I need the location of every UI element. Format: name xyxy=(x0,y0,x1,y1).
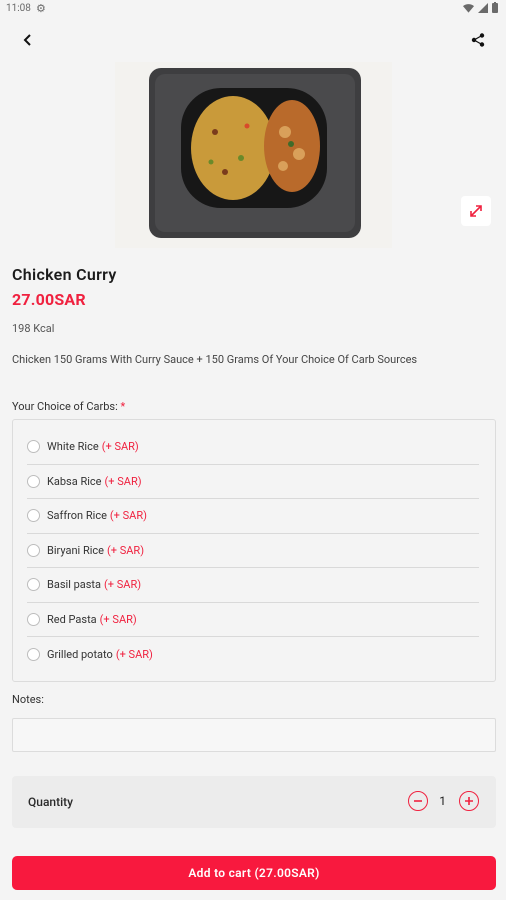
status-time: 11:08 xyxy=(6,3,31,14)
wifi-icon xyxy=(463,3,474,13)
quantity-value: 1 xyxy=(439,794,446,808)
carb-option-price: (+ SAR) xyxy=(106,543,145,557)
carb-option-price: (+ SAR) xyxy=(115,647,153,661)
increase-quantity-button[interactable] xyxy=(459,791,479,811)
radio-button[interactable] xyxy=(27,612,40,626)
carb-option[interactable]: Biryani Rice (+ SAR) xyxy=(27,534,479,568)
status-icons xyxy=(463,2,498,13)
carb-option-name: Grilled potato xyxy=(47,647,113,661)
product-kcal: 198 Kcal xyxy=(12,322,55,335)
carb-option-name: Saffron Rice xyxy=(47,509,107,523)
quantity-card: Quantity 1 xyxy=(12,776,496,828)
radio-button[interactable] xyxy=(27,440,40,454)
expand-image-button[interactable] xyxy=(461,196,491,226)
minus-circle-icon xyxy=(414,800,422,802)
carb-option[interactable]: Saffron Rice (+ SAR) xyxy=(27,499,479,534)
signal-icon xyxy=(478,2,488,13)
share-icon xyxy=(471,33,485,47)
battery-icon xyxy=(492,2,498,13)
carb-option[interactable]: Basil pasta (+ SAR) xyxy=(27,568,479,603)
carb-option-name: Red Pasta xyxy=(47,612,97,626)
carb-option[interactable]: Kabsa Rice (+ SAR) xyxy=(27,465,479,499)
carb-option-price: (+ SAR) xyxy=(109,509,147,523)
app-bar xyxy=(0,18,506,62)
radio-button[interactable] xyxy=(27,474,40,488)
back-arrow-icon xyxy=(23,34,31,46)
carb-option[interactable]: White Rice (+ SAR) xyxy=(27,430,479,465)
radio-button[interactable] xyxy=(27,647,40,661)
radio-button[interactable] xyxy=(27,509,40,523)
settings-gear-icon: ⚙ xyxy=(36,2,46,15)
meal-tray-illustration xyxy=(115,62,392,248)
quantity-label: Quantity xyxy=(28,795,74,809)
carbs-section-label: Your Choice of Carbs: * xyxy=(12,400,125,413)
carbs-label-text: Your Choice of Carbs: xyxy=(12,400,118,413)
radio-button[interactable] xyxy=(27,543,40,557)
decrease-quantity-button[interactable] xyxy=(408,791,428,811)
notes-label: Notes: xyxy=(12,693,44,706)
carb-option[interactable]: Red Pasta (+ SAR) xyxy=(27,603,479,637)
carb-option[interactable]: Grilled potato (+ SAR) xyxy=(27,637,479,672)
product-price: 27.00SAR xyxy=(12,290,86,309)
carb-option-name: Kabsa Rice xyxy=(47,474,102,488)
carb-option-name: White Rice xyxy=(47,440,99,454)
product-title: Chicken Curry xyxy=(12,265,117,284)
carb-option-price: (+ SAR) xyxy=(99,612,137,626)
product-description: Chicken 150 Grams With Curry Sauce + 150… xyxy=(12,353,418,366)
share-button[interactable] xyxy=(464,26,492,54)
notes-input[interactable] xyxy=(12,718,496,752)
product-image xyxy=(115,62,392,248)
plus-circle-icon xyxy=(465,797,473,805)
carb-option-price: (+ SAR) xyxy=(104,578,142,592)
radio-button[interactable] xyxy=(27,578,40,592)
carb-option-price: (+ SAR) xyxy=(101,440,139,454)
carb-option-price: (+ SAR) xyxy=(104,474,142,488)
status-bar: 11:08 ⚙ xyxy=(0,0,506,18)
back-button[interactable] xyxy=(14,26,42,54)
add-to-cart-button[interactable]: Add to cart (27.00SAR) xyxy=(12,856,496,890)
required-mark: * xyxy=(120,400,126,413)
carb-option-name: Basil pasta xyxy=(47,578,102,592)
carb-options-group: White Rice (+ SAR) Kabsa Rice (+ SAR) Sa… xyxy=(12,419,496,682)
expand-icon xyxy=(470,205,482,217)
carb-option-name: Biryani Rice xyxy=(47,543,104,557)
